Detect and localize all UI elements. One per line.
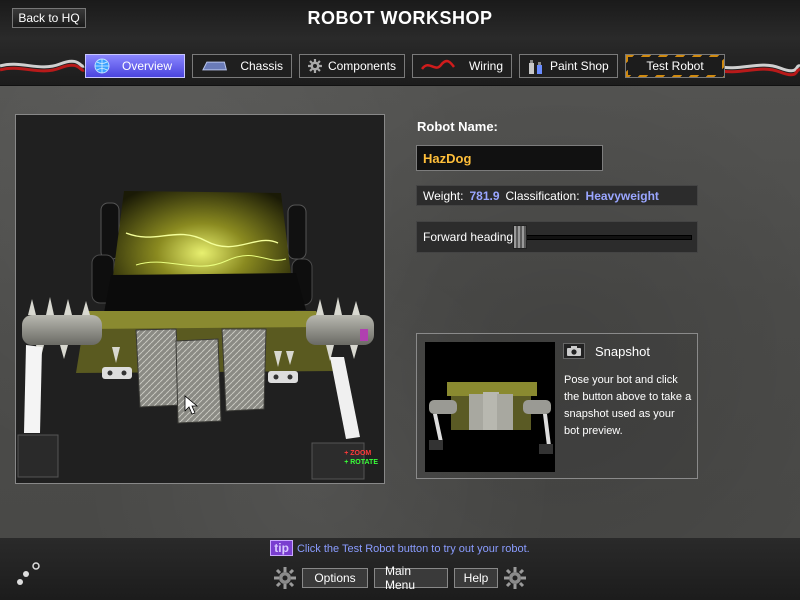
chassis-icon <box>202 61 227 71</box>
tab-label: Wiring <box>468 59 503 73</box>
workshop-tabs: Overview Chassis Components Wiring Paint… <box>85 54 725 78</box>
weight-label: Weight: <box>423 188 464 203</box>
gear-icon <box>504 567 526 589</box>
wire-icon <box>421 59 455 70</box>
robot-name-label: Robot Name: <box>417 119 498 134</box>
robot-stats-bar: Weight: 781.9 Classification: Heavyweigh… <box>416 185 698 206</box>
tab-wiring[interactable]: Wiring <box>412 54 512 78</box>
gear-icon <box>308 59 322 73</box>
tip-text: Click the Test Robot button to try out y… <box>296 543 530 555</box>
classification-label: Classification: <box>505 188 580 203</box>
tab-label: Test Robot <box>646 59 704 73</box>
tab-overview[interactable]: Overview <box>85 54 185 78</box>
robot-3d-viewport[interactable]: + ZOOM + ROTATE <box>15 114 385 484</box>
bottom-menu: Options Main Menu Help <box>274 564 526 592</box>
rotate-hint: ROTATE <box>350 459 378 466</box>
snapshot-title: Snapshot <box>595 344 650 359</box>
snapshot-preview <box>425 342 555 472</box>
forward-heading-slider-thumb[interactable] <box>513 225 527 249</box>
tip-badge: tip <box>270 540 293 556</box>
main-menu-button[interactable]: Main Menu <box>374 564 448 592</box>
tab-label: Chassis <box>240 59 283 73</box>
tab-label: Components <box>327 59 396 73</box>
robot-model <box>17 191 374 480</box>
options-button[interactable]: Options <box>302 568 368 588</box>
loading-dots-icon <box>17 562 40 585</box>
page-title: ROBOT WORKSHOP <box>307 8 493 28</box>
tab-chassis[interactable]: Chassis <box>192 54 292 78</box>
test-robot-inner: Test Robot <box>628 57 722 75</box>
robot-name-input[interactable] <box>416 145 603 171</box>
help-button[interactable]: Help <box>454 568 498 588</box>
header-bar: Back to HQ ROBOT WORKSHOP Overview Chass… <box>0 0 800 86</box>
gear-icon <box>274 567 296 589</box>
forward-heading-slider-track[interactable] <box>524 235 692 240</box>
snapshot-panel: Snapshot Pose your bot and click the but… <box>416 333 698 479</box>
snapshot-robot-image <box>429 382 553 454</box>
snapshot-description: Pose your bot and click the button above… <box>564 374 692 437</box>
classification-value: Heavyweight <box>585 188 659 203</box>
paint-icon <box>529 60 542 74</box>
snapshot-camera-button[interactable] <box>563 343 585 359</box>
globe-icon <box>94 58 110 74</box>
forward-heading-panel: Forward heading: <box>416 221 698 253</box>
camera-icon <box>567 346 581 356</box>
tab-label: Overview <box>122 59 173 73</box>
zoom-hint: ZOOM <box>350 450 372 457</box>
tab-test-robot[interactable]: Test Robot <box>625 54 725 78</box>
tab-paint-shop[interactable]: Paint Shop <box>519 54 618 78</box>
tip-line: tip Click the Test Robot button to try ou… <box>0 540 800 556</box>
tab-components[interactable]: Components <box>299 54 405 78</box>
forward-heading-label: Forward heading: <box>423 230 517 244</box>
control-hint: + ZOOM + ROTATE <box>344 450 378 466</box>
weight-value: 781.9 <box>469 188 500 203</box>
tab-label: Paint Shop <box>550 59 609 73</box>
